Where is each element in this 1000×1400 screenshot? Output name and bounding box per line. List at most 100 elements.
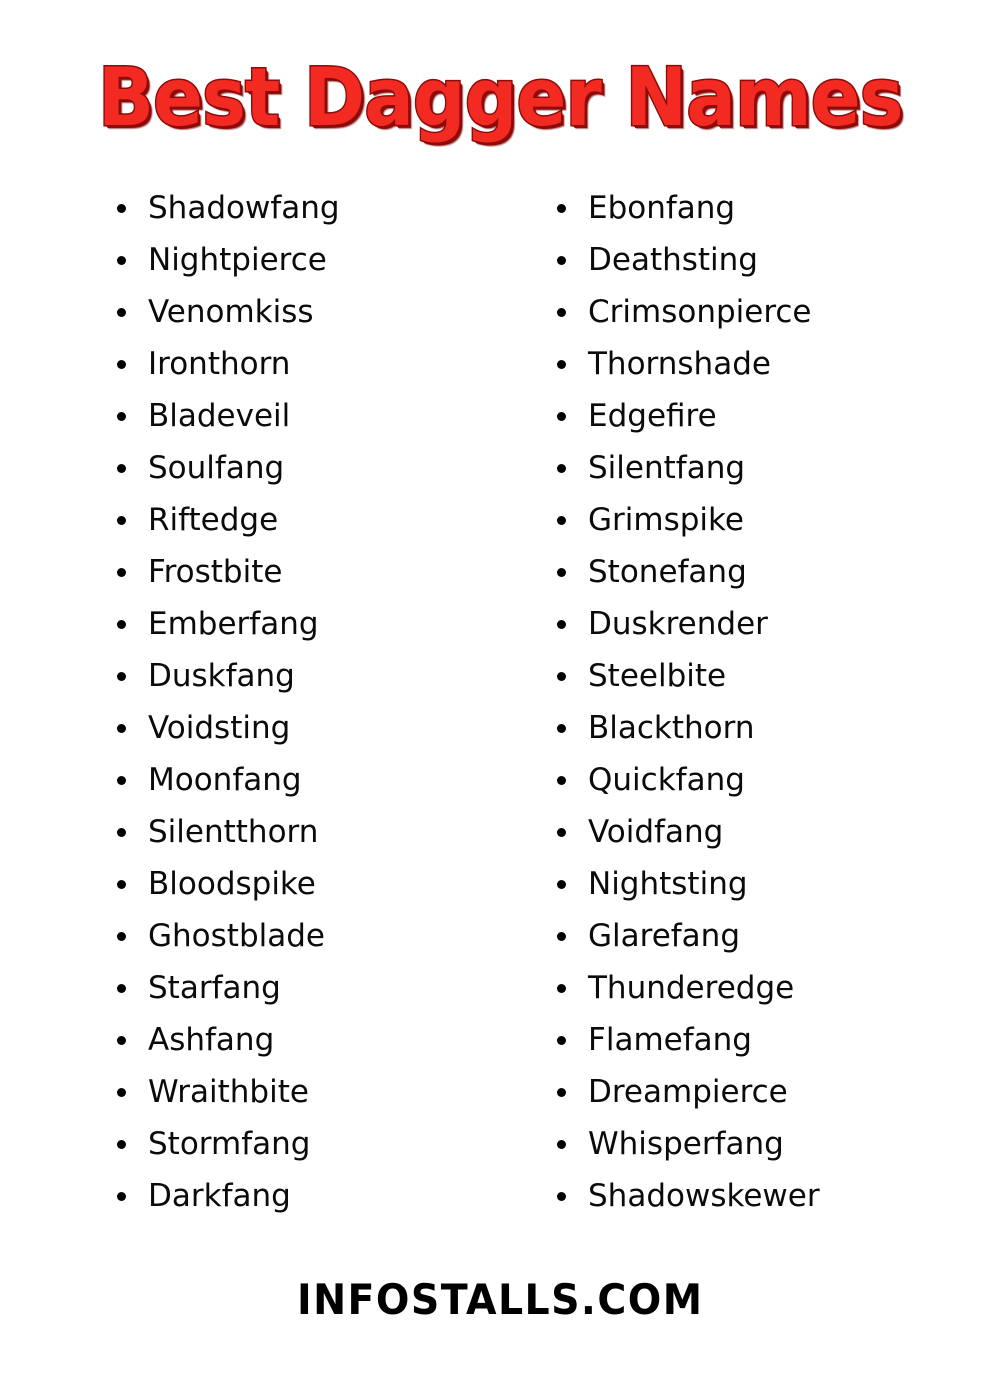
list-item: Glarefang: [548, 910, 740, 962]
bullet-icon: [117, 984, 126, 993]
list-item: Moonfang: [108, 754, 440, 806]
list-item: Nightsting: [548, 858, 748, 910]
list-item-label: Bloodspike: [148, 866, 316, 902]
list-item: Ironthorn: [108, 338, 440, 390]
bullet-icon: [557, 880, 566, 889]
list-item-label: Flamefang: [588, 1022, 752, 1058]
list-item-label: Silentfang: [588, 450, 746, 486]
list-item-label: Moonfang: [148, 762, 302, 798]
list-item-label: Steelbite: [588, 658, 727, 694]
poster-page: Best Dagger Names Shadowfang Nightpierce V…: [0, 0, 1000, 1400]
page-title-container: Best Dagger Names: [0, 51, 1000, 144]
list-item-label: Stonefang: [588, 554, 747, 590]
list-item: Venomkiss: [108, 286, 440, 338]
bullet-icon: [117, 308, 126, 317]
list-item: Voidfang: [548, 806, 723, 858]
list-item: Silentthorn: [108, 806, 440, 858]
list-item-label: Stormfang: [148, 1126, 311, 1162]
bullet-icon: [557, 1088, 566, 1097]
list-item: Shadowfang: [108, 182, 440, 234]
list-item: Flamefang: [548, 1014, 752, 1066]
list-item-label: Grimspike: [588, 502, 744, 538]
list-item-label: Crimsonpierce: [588, 294, 812, 330]
list-item-label: Shadowskewer: [588, 1178, 820, 1214]
list-item: Edgefire: [548, 390, 717, 442]
list-item-label: Voidfang: [588, 814, 724, 850]
list-item-label: Duskrender: [588, 606, 768, 642]
bullet-icon: [117, 724, 126, 733]
list-item: Ebonfang: [548, 182, 735, 234]
list-item-label: Ghostblade: [148, 918, 325, 954]
list-item-label: Nightpierce: [148, 242, 327, 278]
bullet-icon: [117, 880, 126, 889]
bullet-icon: [557, 516, 566, 525]
list-item-label: Wraithbite: [148, 1074, 309, 1110]
list-item-label: Nightsting: [588, 866, 748, 902]
list-item-label: Voidsting: [148, 710, 291, 746]
list-item-label: Whisperfang: [588, 1126, 784, 1162]
bullet-icon: [117, 1140, 126, 1149]
list-item-label: Ebonfang: [588, 190, 736, 226]
list-item-label: Deathsting: [588, 242, 758, 278]
bullet-icon: [557, 464, 566, 473]
list-item-label: Quickfang: [588, 762, 745, 798]
bullet-icon: [557, 828, 566, 837]
list-item: Darkfang: [108, 1170, 440, 1222]
list-item-label: Thunderedge: [588, 970, 795, 1006]
bullet-icon: [557, 672, 566, 681]
page-title: Best Dagger Names: [96, 51, 904, 144]
list-item: Bladeveil: [108, 390, 440, 442]
list-item: Emberfang: [108, 598, 440, 650]
bullet-icon: [117, 516, 126, 525]
bullet-icon: [557, 1036, 566, 1045]
list-item: Nightpierce: [108, 234, 440, 286]
list-item: Duskfang: [108, 650, 440, 702]
list-item: Quickfang: [548, 754, 745, 806]
bullet-icon: [117, 672, 126, 681]
bullet-icon: [117, 1088, 126, 1097]
list-item: Thornshade: [548, 338, 771, 390]
list-item: Dreampierce: [548, 1066, 788, 1118]
bullet-icon: [557, 932, 566, 941]
list-item-label: Glarefang: [588, 918, 741, 954]
bullet-icon: [557, 308, 566, 317]
bullet-icon: [117, 464, 126, 473]
list-item-label: Duskfang: [148, 658, 295, 694]
list-item: Voidsting: [108, 702, 440, 754]
bullet-icon: [557, 204, 566, 213]
bullet-icon: [557, 360, 566, 369]
list-item-label: Frostbite: [148, 554, 283, 590]
list-item: Blackthorn: [548, 702, 755, 754]
bullet-icon: [117, 932, 126, 941]
list-item-label: Ashfang: [148, 1022, 275, 1058]
list-item: Stormfang: [108, 1118, 440, 1170]
list-item-label: Ironthorn: [148, 346, 291, 382]
list-item-label: Venomkiss: [148, 294, 314, 330]
footer-site-name: INFOSTALLS.COM: [296, 1275, 704, 1324]
list-item-label: Soulfang: [148, 450, 285, 486]
list-item: Crimsonpierce: [548, 286, 812, 338]
list-item-label: Shadowfang: [148, 190, 340, 226]
list-item-label: Dreampierce: [588, 1074, 788, 1110]
list-item-label: Thornshade: [588, 346, 771, 382]
bullet-icon: [557, 1192, 566, 1201]
bullet-icon: [117, 360, 126, 369]
left-name-list: Shadowfang Nightpierce Venomkiss Ironthorn B…: [108, 182, 440, 1222]
bullet-icon: [557, 412, 566, 421]
list-item-label: Edgefire: [588, 398, 717, 434]
list-item: Frostbite: [108, 546, 440, 598]
list-item: Thunderedge: [548, 962, 794, 1014]
footer: INFOSTALLS.COM: [0, 1275, 1000, 1324]
bullet-icon: [117, 568, 126, 577]
list-item: Shadowskewer: [548, 1170, 820, 1222]
bullet-icon: [557, 724, 566, 733]
bullet-icon: [557, 568, 566, 577]
list-item: Ghostblade: [108, 910, 440, 962]
bullet-icon: [117, 256, 126, 265]
list-item-label: Bladeveil: [148, 398, 291, 434]
list-item-label: Silentthorn: [148, 814, 319, 850]
bullet-icon: [117, 828, 126, 837]
bullet-icon: [557, 620, 566, 629]
list-item: Whisperfang: [548, 1118, 784, 1170]
list-item: Soulfang: [108, 442, 440, 494]
